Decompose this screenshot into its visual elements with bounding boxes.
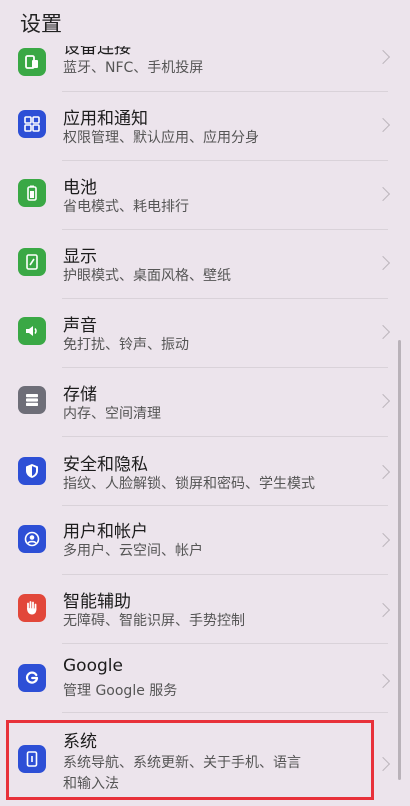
item-subtitle: 多用户、云空间、帐户: [63, 543, 203, 559]
chevron-right-icon: [375, 673, 391, 689]
chevron-right-icon: [375, 49, 391, 65]
item-title: 系统: [63, 732, 97, 752]
chevron-right-icon: [375, 532, 391, 548]
settings-item-battery[interactable]: 电池 省电模式、耗电排行: [0, 161, 410, 230]
battery-icon: [18, 179, 46, 207]
item-subtitle: 指纹、人脸解锁、锁屏和密码、学生模式: [63, 476, 315, 492]
chevron-right-icon: [375, 464, 391, 480]
settings-item-sound[interactable]: 声音 免打扰、铃声、振动: [0, 299, 410, 368]
chevron-right-icon: [375, 393, 391, 409]
settings-item-display[interactable]: 显示 护眼模式、桌面风格、壁纸: [0, 230, 410, 299]
settings-item-security-privacy[interactable]: 安全和隐私 指纹、人脸解锁、锁屏和密码、学生模式: [0, 437, 410, 506]
chevron-right-icon: [375, 186, 391, 202]
scrollbar[interactable]: [398, 340, 401, 780]
item-title: 显示: [63, 247, 97, 267]
item-subtitle: 系统导航、系统更新、关于手机、语言: [63, 755, 301, 771]
settings-item-accessibility[interactable]: 智能辅助 无障碍、智能识屏、手势控制: [0, 575, 410, 644]
item-title: 应用和通知: [63, 109, 148, 129]
item-subtitle: 护眼模式、桌面风格、壁纸: [63, 268, 231, 284]
settings-item-google[interactable]: Google 管理 Google 服务: [0, 644, 410, 713]
item-title: 智能辅助: [63, 592, 131, 612]
item-title: 安全和隐私: [63, 455, 148, 475]
chevron-right-icon: [375, 324, 391, 340]
app-header: 设置: [0, 0, 410, 46]
item-subtitle: 省电模式、耗电排行: [63, 199, 189, 215]
item-subtitle: 无障碍、智能识屏、手势控制: [63, 613, 245, 629]
page-title: 设置: [20, 12, 62, 36]
settings-item-storage[interactable]: 存储 内存、空间清理: [0, 368, 410, 437]
settings-item-apps-notifications[interactable]: 应用和通知 权限管理、默认应用、应用分身: [0, 92, 410, 161]
device-connection-icon: [18, 48, 46, 76]
chevron-right-icon: [375, 602, 391, 618]
hand-icon: [18, 594, 46, 622]
shield-icon: [18, 457, 46, 485]
speaker-icon: [18, 317, 46, 345]
settings-item-users-accounts[interactable]: 用户和帐户 多用户、云空间、帐户: [0, 506, 410, 575]
item-title: Google: [63, 656, 123, 676]
item-title: 声音: [63, 316, 97, 336]
chevron-right-icon: [375, 117, 391, 133]
google-icon: [18, 664, 46, 692]
item-subtitle: 免打扰、铃声、振动: [63, 337, 189, 353]
item-title: 电池: [63, 178, 97, 198]
display-icon: [18, 248, 46, 276]
item-title: 存储: [63, 385, 97, 405]
item-subtitle: 蓝牙、NFC、手机投屏: [63, 60, 204, 76]
item-subtitle-continued: 和输入法: [63, 776, 119, 792]
phone-info-icon: [18, 745, 46, 773]
item-subtitle: 管理 Google 服务: [63, 683, 178, 699]
item-title: 用户和帐户: [63, 522, 148, 542]
user-icon: [18, 525, 46, 553]
item-subtitle: 内存、空间清理: [63, 406, 161, 422]
storage-icon: [18, 386, 46, 414]
item-subtitle: 权限管理、默认应用、应用分身: [63, 130, 259, 146]
chevron-right-icon: [375, 756, 391, 772]
apps-grid-icon: [18, 110, 46, 138]
chevron-right-icon: [375, 255, 391, 271]
settings-item-system[interactable]: 系统 系统导航、系统更新、关于手机、语言 和输入法: [0, 713, 410, 806]
